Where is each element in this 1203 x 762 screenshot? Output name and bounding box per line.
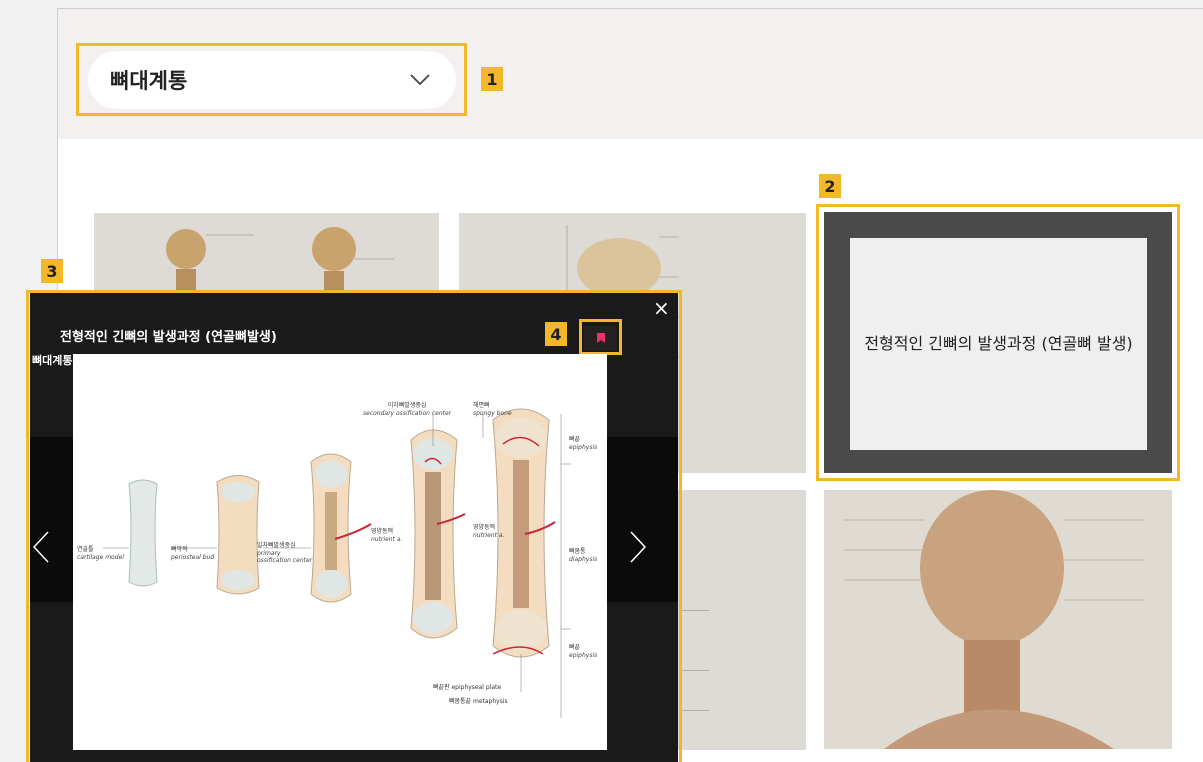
label-epiphysis-bottom: 뼈끝 epiphysis bbox=[569, 644, 598, 659]
bookmark-button[interactable] bbox=[584, 326, 617, 350]
bone-development-illustration bbox=[103, 408, 571, 718]
callout-badge-4: 4 bbox=[545, 322, 567, 346]
callout-badge-2: 2 bbox=[819, 174, 841, 198]
label-nutrient-artery-2: 영양동맥 nutrient a. bbox=[473, 524, 505, 539]
category-dropdown[interactable]: 뼈대계통 bbox=[88, 51, 456, 109]
label-metaphysis: 뼈몸통끝 metaphysis bbox=[449, 698, 508, 705]
close-icon[interactable]: × bbox=[653, 298, 670, 318]
next-arrow-icon[interactable] bbox=[630, 530, 647, 570]
label-periosteal-bud: 뼈막싹 periosteal bud bbox=[171, 546, 215, 561]
label-nutrient-artery-1: 영양동맥 nutrient a. bbox=[371, 528, 403, 543]
label-spongy-bone: 해면뼈 spongy bone bbox=[473, 402, 512, 417]
long-bone-development-figure: 연골틀 cartilage model 뼈막싹 periosteal bud 일차뼈… bbox=[73, 354, 607, 750]
label-secondary-ossification: 이차뼈발생중심 secondary ossification center bbox=[363, 402, 452, 417]
modal-title: 전형적인 긴뼈의 발생과정 (연골뼈발생) bbox=[60, 330, 277, 345]
bookmark-icon bbox=[596, 333, 605, 343]
chevron-down-icon bbox=[410, 74, 430, 86]
category-dropdown-label: 뼈대계통 bbox=[110, 69, 188, 93]
prev-arrow-icon[interactable] bbox=[32, 530, 49, 570]
callout-badge-1: 1 bbox=[481, 67, 503, 91]
label-primary-ossification: 일차뼈발생중심 primary ossification center bbox=[257, 542, 313, 564]
thumbnail-hover-title: 전형적인 긴뼈의 발생과정 (연골뼈 발생) bbox=[850, 238, 1147, 450]
label-epiphyseal-plate: 뼈끝판 epiphyseal plate bbox=[433, 684, 502, 691]
label-diaphysis: 뼈몸통 diaphysis bbox=[569, 548, 598, 563]
label-cartilage: 연골틀 cartilage model bbox=[77, 546, 124, 561]
head-back-illustration bbox=[844, 490, 1144, 749]
callout-badge-3: 3 bbox=[41, 259, 63, 283]
label-epiphysis-top: 뼈끝 epiphysis bbox=[569, 436, 598, 451]
atlas-thumbnail-skull-back[interactable] bbox=[824, 490, 1172, 749]
background-category-text: 뼈대계통 bbox=[32, 354, 73, 367]
